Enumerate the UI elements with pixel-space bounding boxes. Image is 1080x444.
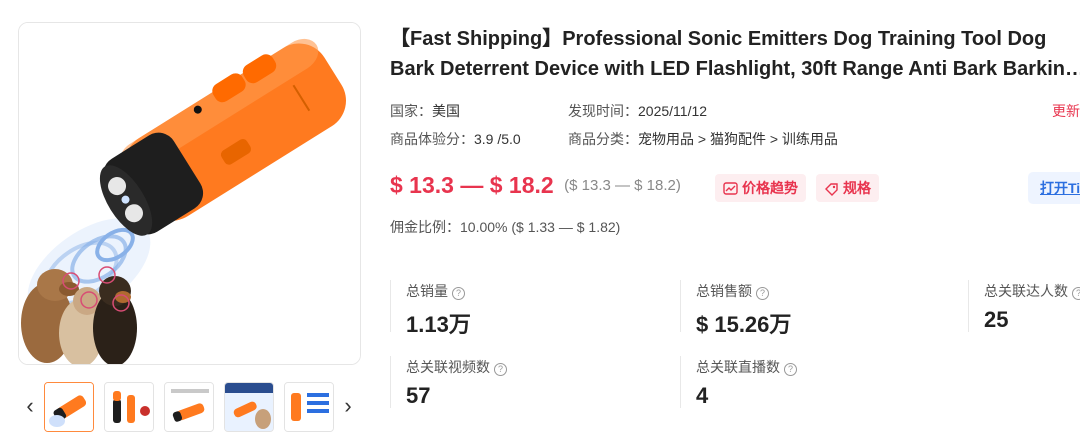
question-circle-icon[interactable]: ? bbox=[1072, 287, 1080, 300]
found-date-label: 发现时间： bbox=[568, 103, 638, 119]
stat-label: 总销量 bbox=[406, 283, 448, 299]
stat-total-sales: 总销量? 1.13万 bbox=[406, 281, 471, 339]
stat-value: 25 bbox=[984, 307, 1009, 332]
experience-score-info: 商品体验分：3.9 /5.0 bbox=[390, 129, 521, 149]
price-trend-label: 价格趋势 bbox=[742, 180, 798, 196]
price-range: $ 13.3 — $ 18.2 bbox=[390, 172, 554, 198]
spec-label: 规格 bbox=[843, 180, 871, 196]
stat-total-videos: 总关联视频数? 57 bbox=[406, 357, 507, 409]
commission-label: 佣金比例： bbox=[390, 219, 460, 235]
found-date-value: 2025/11/12 bbox=[638, 103, 708, 119]
product-title-line-2: Bark Deterrent Device with LED Flashligh… bbox=[390, 58, 1080, 80]
thumbnail-5[interactable] bbox=[284, 382, 334, 432]
stat-label: 总关联直播数 bbox=[696, 359, 780, 375]
thumbnail-strip: ‹ › bbox=[18, 380, 361, 436]
stat-divider bbox=[968, 280, 969, 332]
country-info: 国家：美国 bbox=[390, 101, 460, 121]
found-date-info: 发现时间：2025/11/12 bbox=[568, 101, 707, 121]
stat-value: 57 bbox=[406, 383, 431, 408]
stat-value: $ 15.26万 bbox=[696, 312, 792, 337]
category-value: 宠物用品 > 猫狗配件 > 训练用品 bbox=[638, 131, 838, 147]
price-row: $ 13.3 — $ 18.2 ($ 13.3 — $ 18.2) bbox=[390, 172, 681, 206]
question-circle-icon[interactable]: ? bbox=[784, 363, 797, 376]
chevron-right-icon[interactable]: › bbox=[336, 392, 360, 420]
thumbnail-3[interactable] bbox=[164, 382, 214, 432]
spec-button[interactable]: 规格 bbox=[816, 174, 879, 202]
experience-score-label: 商品体验分： bbox=[390, 131, 474, 147]
update-link[interactable]: 更新 bbox=[1052, 101, 1080, 121]
category-info: 商品分类：宠物用品 > 猫狗配件 > 训练用品 bbox=[568, 129, 838, 149]
stat-total-revenue: 总销售额? $ 15.26万 bbox=[696, 281, 791, 339]
country-value: 美国 bbox=[432, 103, 460, 119]
thumbnail-1[interactable] bbox=[44, 382, 94, 432]
stat-total-creators: 总关联达人数? 25 bbox=[984, 281, 1080, 333]
price-trend-button[interactable]: 价格趋势 bbox=[715, 174, 806, 202]
question-circle-icon[interactable]: ? bbox=[452, 287, 465, 300]
stat-label: 总关联视频数 bbox=[406, 359, 490, 375]
chevron-left-icon[interactable]: ‹ bbox=[18, 392, 42, 420]
stat-value: 1.13万 bbox=[406, 312, 471, 337]
thumbnail-2[interactable] bbox=[104, 382, 154, 432]
experience-score-value: 3.9 /5.0 bbox=[474, 131, 521, 147]
thumbnail-4[interactable] bbox=[224, 382, 274, 432]
stat-label: 总关联达人数 bbox=[984, 283, 1068, 299]
stat-label: 总销售额 bbox=[696, 283, 752, 299]
stat-total-lives: 总关联直播数? 4 bbox=[696, 357, 797, 409]
commission-info: 佣金比例：10.00% ($ 1.33 — $ 1.82) bbox=[390, 217, 620, 237]
price-range-sub: ($ 13.3 — $ 18.2) bbox=[564, 177, 681, 194]
stat-divider bbox=[390, 356, 391, 408]
open-tiktok-button[interactable]: 打开Ti bbox=[1028, 172, 1080, 204]
product-title-line-1: 【Fast Shipping】Professional Sonic Emitte… bbox=[390, 28, 1047, 50]
commission-value: 10.00% ($ 1.33 — $ 1.82) bbox=[460, 219, 621, 235]
stat-divider bbox=[390, 280, 391, 332]
stat-divider bbox=[680, 356, 681, 408]
product-main-image[interactable] bbox=[18, 22, 361, 365]
question-circle-icon[interactable]: ? bbox=[756, 287, 769, 300]
country-label: 国家： bbox=[390, 103, 432, 119]
stat-value: 4 bbox=[696, 383, 709, 408]
stat-divider bbox=[680, 280, 681, 332]
tag-icon bbox=[825, 183, 838, 196]
chart-trend-icon bbox=[723, 182, 738, 195]
category-label: 商品分类： bbox=[568, 131, 638, 147]
question-circle-icon[interactable]: ? bbox=[494, 363, 507, 376]
product-title: 【Fast Shipping】Professional Sonic Emitte… bbox=[390, 24, 1080, 84]
